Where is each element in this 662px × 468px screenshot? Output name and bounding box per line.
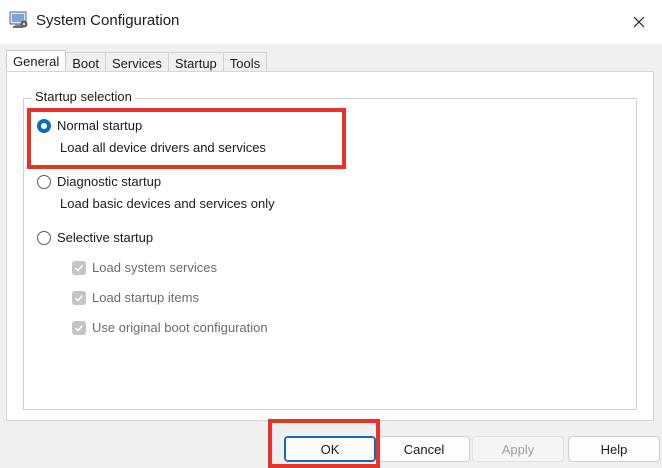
selective-startup-radio[interactable]: [37, 230, 51, 245]
title-bar: System Configuration: [0, 0, 662, 44]
checkmark-icon: [74, 324, 84, 332]
help-button[interactable]: Help: [568, 436, 660, 462]
diagnostic-startup-option[interactable]: Diagnostic startup: [37, 174, 161, 189]
window-title: System Configuration: [36, 12, 180, 29]
load-system-services-checkbox: [72, 260, 86, 275]
checkmark-icon: [74, 294, 84, 302]
use-original-boot-config-label: Use original boot configuration: [92, 320, 268, 335]
apply-button[interactable]: Apply: [472, 436, 564, 462]
checkmark-icon: [74, 264, 84, 272]
close-button[interactable]: [616, 0, 662, 44]
load-startup-items-option: Load startup items: [72, 290, 199, 305]
startup-selection-group: Startup selection Normal startup Load al…: [23, 89, 637, 410]
normal-startup-description: Load all device drivers and services: [60, 140, 266, 155]
diagnostic-startup-description: Load basic devices and services only: [60, 196, 275, 211]
group-legend: Startup selection: [32, 89, 135, 104]
load-system-services-option: Load system services: [72, 260, 217, 275]
normal-startup-label: Normal startup: [57, 118, 143, 133]
msconfig-icon: [9, 10, 29, 30]
general-tab-panel: Startup selection Normal startup Load al…: [6, 71, 654, 421]
cancel-button[interactable]: Cancel: [378, 436, 470, 462]
load-startup-items-label: Load startup items: [92, 290, 199, 305]
normal-startup-option[interactable]: Normal startup: [37, 118, 142, 133]
use-original-boot-config-checkbox: [72, 320, 86, 335]
diagnostic-startup-radio[interactable]: [37, 174, 51, 189]
normal-startup-radio[interactable]: [37, 118, 51, 133]
selective-startup-label: Selective startup: [57, 230, 154, 245]
load-system-services-label: Load system services: [92, 260, 217, 275]
use-original-boot-config-option: Use original boot configuration: [72, 320, 268, 335]
diagnostic-startup-label: Diagnostic startup: [57, 174, 162, 189]
load-startup-items-checkbox: [72, 290, 86, 305]
close-icon: [633, 16, 645, 28]
ok-button[interactable]: OK: [284, 436, 376, 462]
selective-startup-option[interactable]: Selective startup: [37, 230, 153, 245]
tab-strip: General Boot Services Startup Tools: [6, 50, 268, 76]
